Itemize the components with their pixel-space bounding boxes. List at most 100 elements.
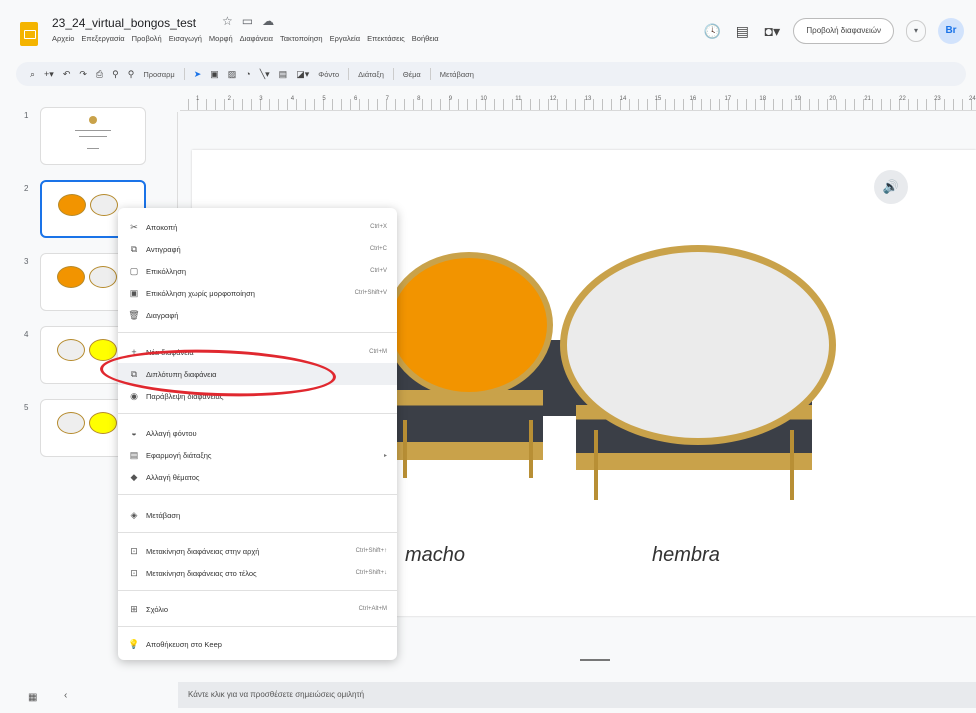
thumbnail-drum-left (58, 194, 86, 216)
line-icon[interactable]: ╲▾ (260, 69, 270, 80)
menu-item-move-to-end[interactable]: ⊡ Μετακίνηση διαφάνειας στο τέλος Ctrl+S… (118, 562, 397, 584)
comments-icon[interactable]: ▤ (733, 23, 751, 40)
search-icon[interactable]: ⌕ (30, 69, 35, 80)
menu-item-delete[interactable]: 🗑 Διαγραφή (118, 304, 397, 326)
app-header: 23_24_virtual_bongos_test ☆ ▭ ☁ Αρχείο Ε… (0, 0, 976, 58)
document-title[interactable]: 23_24_virtual_bongos_test (52, 16, 196, 30)
ruler-number: 16 (689, 96, 697, 102)
thumbnail-drum-right (90, 194, 118, 216)
menu-item-change-theme[interactable]: ◆ Αλλαγή θέματος (118, 466, 397, 488)
menu-help[interactable]: Βοήθεια (412, 34, 439, 43)
transition-button[interactable]: Μετάβαση (440, 70, 474, 79)
comment-add-icon[interactable]: ▤ (279, 69, 288, 80)
grid-view-icon[interactable]: ▦ (28, 692, 37, 703)
slide-number: 5 (24, 403, 29, 412)
header-actions: 🕓 ▤ ◘▾ Προβολή διαφανειών ▾ Br (703, 18, 964, 44)
version-history-icon[interactable]: 🕓 (703, 23, 721, 40)
menu-extensions[interactable]: Επεκτάσεις (367, 34, 405, 43)
collapse-filmstrip-icon[interactable]: ‹ (64, 690, 67, 701)
menu-format[interactable]: Μορφή (209, 34, 233, 43)
menu-item-paste[interactable]: ▢ Επικόλληση Ctrl+V (118, 260, 397, 282)
menu-item-label: Διαγραφή (146, 310, 179, 320)
plus-icon: + (131, 347, 137, 357)
menu-item-label: Διπλότυπη διαφάνεια (146, 369, 217, 379)
menu-item-label: Αποθήκευση στο Keep (146, 639, 222, 649)
menu-item-comment[interactable]: ⊞ Σχόλιο Ctrl+Alt+M (118, 598, 397, 620)
ruler-numbers: 1 2 3 4 5 6 7 8 9 10 11 12 13 14 15 16 1… (196, 96, 976, 102)
paint-bucket-icon: ◒ (131, 428, 137, 438)
select-cursor-icon[interactable]: ➤ (194, 69, 202, 80)
menu-item-label: Αλλαγή φόντου (146, 428, 197, 438)
menu-item-label: Αντιγραφή (146, 244, 181, 254)
macho-drum-head[interactable] (385, 252, 553, 398)
thumbnail-line (87, 148, 99, 149)
menu-item-shortcut: Ctrl+M (369, 349, 387, 355)
layout-button[interactable]: Διάταξη (358, 70, 384, 79)
cloud-status-icon[interactable]: ☁ (262, 14, 274, 28)
background-button[interactable]: Φόντο (318, 70, 339, 79)
menu-divider (118, 532, 397, 533)
eye-icon: ◉ (130, 390, 138, 401)
speaker-audio-icon[interactable]: 🔊 (874, 170, 908, 204)
text-box-icon[interactable]: ▣ (210, 69, 219, 80)
slides-app: 23_24_virtual_bongos_test ☆ ▭ ☁ Αρχείο Ε… (0, 0, 976, 713)
menu-slide[interactable]: Διαφάνεια (240, 34, 273, 43)
menu-item-cut[interactable]: ✂ Αποκοπή Ctrl+X (118, 216, 397, 238)
menu-item-apply-layout[interactable]: ▤ Εφαρμογή διάταξης ▸ (118, 444, 397, 466)
paint-format-icon[interactable]: ⚲ (112, 69, 119, 80)
menu-item-skip-slide[interactable]: ◉ Παράβλεψη διαφάνειας (118, 385, 397, 407)
menu-item-save-to-keep[interactable]: 💡 Αποθήκευση στο Keep (118, 633, 397, 655)
ruler-number: 15 (654, 96, 662, 102)
ruler-number: 22 (899, 96, 906, 102)
menu-insert[interactable]: Εισαγωγή (169, 34, 202, 43)
new-slide-icon[interactable]: +▾ (44, 69, 54, 80)
menu-item-label: Εφαρμογή διάταξης (146, 450, 212, 460)
meet-icon[interactable]: ◘▾ (763, 23, 781, 40)
ruler-number: 12 (549, 96, 557, 102)
speaker-notes-field[interactable]: Κάντε κλικ για να προσθέσετε σημειώσεις … (178, 682, 976, 708)
theme-button[interactable]: Θέμα (403, 70, 421, 79)
slide-number: 2 (24, 184, 29, 193)
print-icon[interactable]: ⎙ (96, 69, 103, 80)
ruler-number: 17 (724, 96, 732, 102)
ruler-number: 6 (353, 96, 358, 102)
avatar[interactable]: Br (938, 18, 964, 44)
menu-item-paste-plain[interactable]: ▣ Επικόλληση χωρίς μορφοποίηση Ctrl+Shif… (118, 282, 397, 304)
notes-resize-handle[interactable] (580, 659, 610, 661)
thumbnail-drum-right (89, 339, 117, 361)
undo-icon[interactable]: ↶ (63, 69, 71, 80)
hembra-drum-head[interactable] (560, 245, 836, 445)
shape-icon[interactable]: ◔ (245, 69, 250, 79)
menu-item-duplicate-slide[interactable]: ⧉ Διπλότυπη διαφάνεια (118, 363, 397, 385)
menu-item-change-background[interactable]: ◒ Αλλαγή φόντου (118, 422, 397, 444)
background-color-icon[interactable]: ◪▾ (296, 69, 309, 80)
zoom-select[interactable]: Προσαρμ (143, 70, 174, 79)
chevron-down-icon[interactable]: ▾ (906, 20, 926, 42)
menu-item-copy[interactable]: ⧉ Αντιγραφή Ctrl+C (118, 238, 397, 260)
star-icon[interactable]: ☆ (222, 14, 233, 28)
macho-drum-legs (403, 420, 533, 478)
slideshow-button[interactable]: Προβολή διαφανειών (793, 18, 894, 44)
menu-item-move-to-start[interactable]: ⊡ Μετακίνηση διαφάνειας στην αρχή Ctrl+S… (118, 540, 397, 562)
menu-file[interactable]: Αρχείο (52, 34, 74, 43)
menu-edit[interactable]: Επεξεργασία (81, 34, 124, 43)
menu-view[interactable]: Προβολή (132, 34, 162, 43)
redo-icon[interactable]: ↷ (79, 69, 87, 80)
slides-logo-icon[interactable] (20, 22, 38, 46)
toolbar-divider (429, 68, 431, 80)
slide-thumbnail-1[interactable] (40, 107, 146, 165)
menu-tools[interactable]: Εργαλεία (330, 34, 360, 43)
menu-item-transition[interactable]: ◈ Μετάβαση (118, 504, 397, 526)
ruler-number: 5 (322, 96, 326, 102)
move-folder-icon[interactable]: ▭ (242, 14, 253, 28)
ruler-number: 9 (448, 96, 453, 102)
image-icon[interactable]: ▨ (228, 69, 237, 80)
menu-item-label: Επικόλληση χωρίς μορφοποίηση (146, 288, 255, 298)
menu-item-new-slide[interactable]: + Νέα διαφάνεια Ctrl+M (118, 341, 397, 363)
ruler-number: 1 (196, 96, 200, 102)
thumbnail-drum-right (89, 412, 117, 434)
zoom-icon[interactable]: ⚲ (128, 69, 135, 80)
toolbar-divider (183, 68, 185, 80)
menu-arrange[interactable]: Τακτοποίηση (280, 34, 323, 43)
menu-divider (118, 494, 397, 495)
